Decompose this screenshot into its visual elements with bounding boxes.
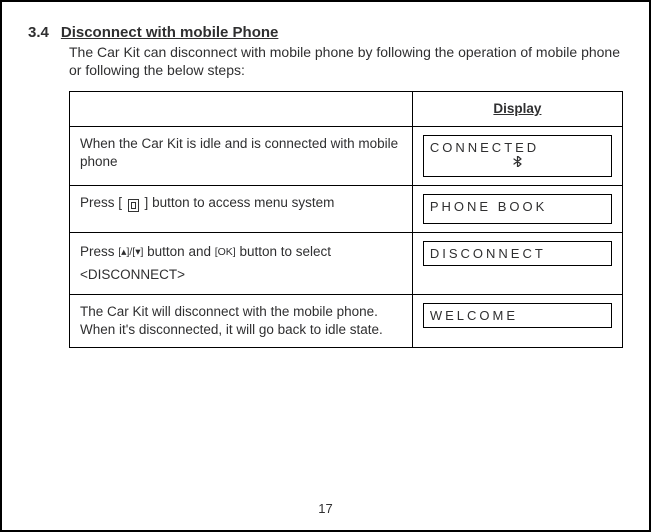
- arrow-buttons-glyph: [▴]/[▾]: [118, 246, 143, 258]
- display-cell: WELCOME: [412, 295, 622, 348]
- step-description: When the Car Kit is idle and is connecte…: [70, 127, 413, 186]
- table-row: Press [ ] button to access menu system P…: [70, 186, 623, 233]
- menu-icon: [128, 199, 139, 212]
- lcd-display: DISCONNECT: [423, 241, 612, 266]
- lcd-text: DISCONNECT: [430, 246, 546, 261]
- step-text-pre: Press: [80, 244, 118, 259]
- section-number: 3.4: [28, 24, 49, 41]
- display-cell: CONNECTED: [412, 127, 622, 186]
- step-description: The Car Kit will disconnect with the mob…: [70, 295, 413, 348]
- display-cell: DISCONNECT: [412, 233, 622, 295]
- section-title: Disconnect with mobile Phone: [61, 24, 279, 41]
- table-header-row: Display: [70, 92, 623, 127]
- table-header-blank: [70, 92, 413, 127]
- bluetooth-icon: [430, 156, 605, 172]
- ok-button-glyph: [OK]: [215, 246, 236, 258]
- section-header-row: 3.4 Disconnect with mobile Phone: [28, 24, 623, 41]
- lcd-text: WELCOME: [430, 308, 518, 323]
- table-row: When the Car Kit is idle and is connecte…: [70, 127, 623, 186]
- table-header-display: Display: [412, 92, 622, 127]
- lcd-display: WELCOME: [423, 303, 612, 328]
- step-description: Press [▴]/[▾] button and [OK] button to …: [70, 233, 413, 295]
- page-number: 17: [2, 501, 649, 516]
- steps-table: Display When the Car Kit is idle and is …: [69, 91, 623, 348]
- menu-button-glyph: [ ]: [118, 194, 148, 212]
- table-row: Press [▴]/[▾] button and [OK] button to …: [70, 233, 623, 295]
- display-cell: PHONE BOOK: [412, 186, 622, 233]
- lcd-display: CONNECTED: [423, 135, 612, 177]
- lcd-text: PHONE BOOK: [430, 199, 547, 214]
- table-row: The Car Kit will disconnect with the mob…: [70, 295, 623, 348]
- lcd-text: CONNECTED: [430, 140, 539, 155]
- section-intro: The Car Kit can disconnect with mobile p…: [69, 43, 623, 79]
- step-text-pre: Press: [80, 195, 118, 210]
- step-text-mid: button and: [143, 244, 214, 259]
- step-text-post: button to access menu system: [152, 195, 334, 210]
- lcd-display: PHONE BOOK: [423, 194, 612, 224]
- step-description: Press [ ] button to access menu system: [70, 186, 413, 233]
- manual-page: 3.4 Disconnect with mobile Phone The Car…: [0, 0, 651, 532]
